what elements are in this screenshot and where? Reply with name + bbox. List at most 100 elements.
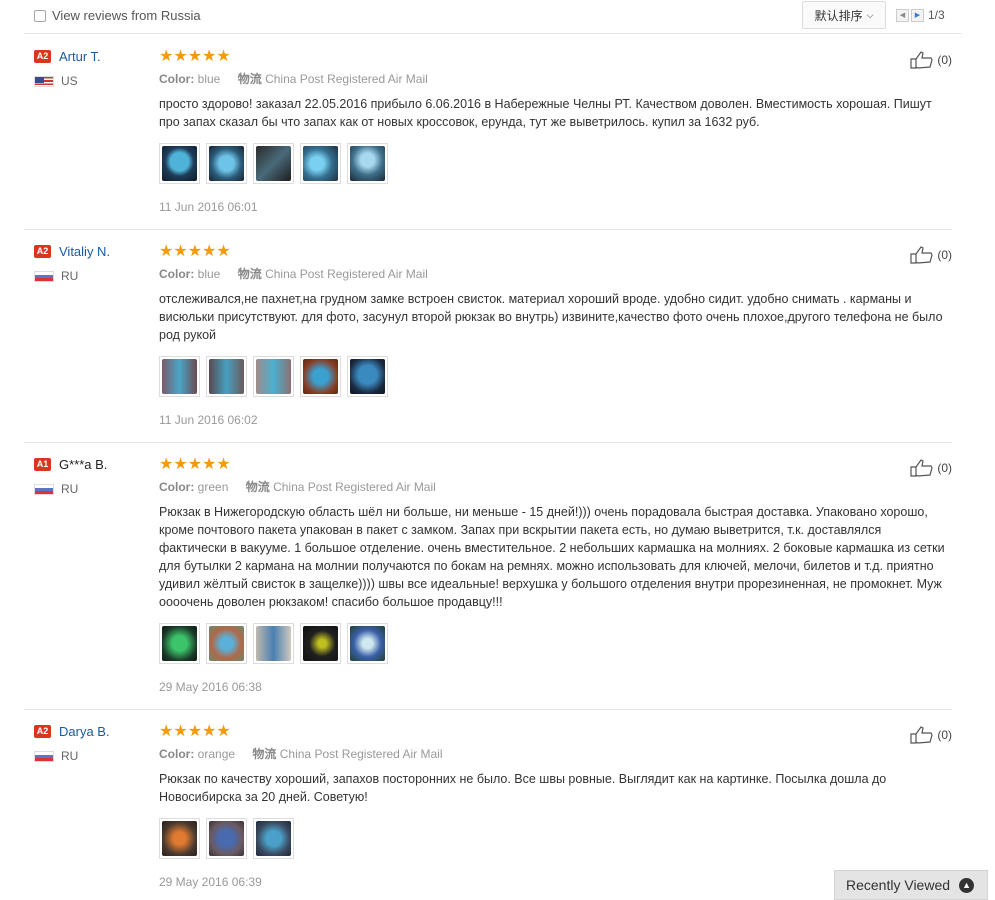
review-photo[interactable] <box>206 623 247 664</box>
shipping-value: China Post Registered Air Mail <box>273 480 436 494</box>
reviewer-name[interactable]: Darya B. <box>59 724 110 739</box>
review-photo[interactable] <box>300 143 341 184</box>
review-item: A2 Vitaliy N. RU ★★★★★ Color: blue 物流 Ch… <box>24 230 952 443</box>
review-photo[interactable] <box>206 818 247 859</box>
reviewer-name[interactable]: Artur T. <box>59 49 101 64</box>
sort-dropdown[interactable]: 默认排序 ⌵ <box>802 1 886 29</box>
star-rating: ★★★★★ <box>159 48 231 65</box>
color-label: Color: <box>159 72 195 86</box>
review-text: отслеживался,не пахнет,на грудном замке … <box>159 292 943 342</box>
like-count: (0) <box>937 53 952 67</box>
review-date: 11 Jun 2016 06:02 <box>159 413 258 427</box>
review-photo[interactable] <box>159 623 200 664</box>
level-badge: A2 <box>34 245 51 258</box>
reviewer-country: US <box>61 74 78 88</box>
review-meta: Color: orange 物流 China Post Registered A… <box>159 745 949 762</box>
review-photo[interactable] <box>253 143 294 184</box>
thumbs-up-icon <box>910 726 933 744</box>
sort-label: 默认排序 <box>814 8 863 23</box>
star-rating: ★★★★★ <box>159 723 231 740</box>
recently-viewed-toggle[interactable]: Recently Viewed ▲ <box>834 870 988 900</box>
like-button[interactable]: (0) <box>910 459 952 477</box>
reviewer: A1 G***a B. RU <box>34 457 107 496</box>
review-meta: Color: blue 物流 China Post Registered Air… <box>159 265 949 282</box>
pagination: ◀ ▶ 1/3 <box>896 8 945 22</box>
thumbs-up-icon <box>910 51 933 69</box>
color-label: Color: <box>159 747 195 761</box>
review-photo[interactable] <box>347 143 388 184</box>
page-indicator: 1/3 <box>928 8 945 22</box>
review-photo[interactable] <box>253 356 294 397</box>
review-text: Рюкзак по качеству хороший, запахов пост… <box>159 772 887 804</box>
review-photo[interactable] <box>300 623 341 664</box>
reviewer-name[interactable]: Vitaliy N. <box>59 244 110 259</box>
chevron-right-icon[interactable]: ▶ <box>911 8 924 22</box>
color-label: Color: <box>159 267 195 281</box>
reviewer-country: RU <box>61 482 79 496</box>
like-count: (0) <box>937 461 952 475</box>
review-photo[interactable] <box>347 623 388 664</box>
color-value: blue <box>197 72 221 86</box>
ru-flag-icon <box>34 483 54 495</box>
ru-flag-icon <box>34 270 54 282</box>
review-photo[interactable] <box>206 356 247 397</box>
level-badge: A2 <box>34 725 51 738</box>
review-photos <box>159 623 949 664</box>
ru-flag-icon <box>34 750 54 762</box>
color-value: blue <box>197 267 221 281</box>
review-meta: Color: green 物流 China Post Registered Ai… <box>159 478 949 495</box>
like-count: (0) <box>937 728 952 742</box>
reviewer-country: RU <box>61 269 79 283</box>
review-photo[interactable] <box>159 356 200 397</box>
review-item: A1 G***a B. RU ★★★★★ Color: green 物流 Chi… <box>24 443 952 710</box>
review-item: A2 Artur T. US ★★★★★ Color: blue 物流 Chin… <box>24 35 952 230</box>
review-photos <box>159 356 949 397</box>
shipping-label: 物流 <box>252 747 277 761</box>
color-value: orange <box>197 747 236 761</box>
star-rating: ★★★★★ <box>159 456 231 473</box>
shipping-label: 物流 <box>245 480 270 494</box>
chevron-up-icon: ▲ <box>959 877 975 893</box>
shipping-label: 物流 <box>237 267 262 281</box>
reviewer-name: G***a B. <box>59 457 108 472</box>
thumbs-up-icon <box>910 246 933 264</box>
like-button[interactable]: (0) <box>910 51 952 69</box>
review-photo[interactable] <box>206 143 247 184</box>
level-badge: A1 <box>34 458 51 471</box>
review-text: Рюкзак в Нижегородскую область шёл ни бо… <box>159 505 945 609</box>
level-badge: A2 <box>34 50 51 63</box>
chevron-down-icon: ⌵ <box>866 9 874 20</box>
recently-viewed-label: Recently Viewed <box>846 877 951 893</box>
review-photo[interactable] <box>159 818 200 859</box>
like-button[interactable]: (0) <box>910 246 952 264</box>
review-photo[interactable] <box>253 818 294 859</box>
russia-filter-label: View reviews from Russia <box>52 8 201 23</box>
review-meta: Color: blue 物流 China Post Registered Air… <box>159 70 949 87</box>
review-text: просто здорово! заказал 22.05.2016 прибы… <box>159 97 932 129</box>
like-count: (0) <box>937 248 952 262</box>
review-photos <box>159 143 949 184</box>
reviewer-country: RU <box>61 749 79 763</box>
review-photo[interactable] <box>253 623 294 664</box>
review-date: 11 Jun 2016 06:01 <box>159 200 258 214</box>
review-date: 29 May 2016 06:38 <box>159 680 262 694</box>
shipping-value: China Post Registered Air Mail <box>265 267 428 281</box>
color-value: green <box>197 480 229 494</box>
shipping-label: 物流 <box>237 72 262 86</box>
review-date: 29 May 2016 06:39 <box>159 875 262 889</box>
shipping-value: China Post Registered Air Mail <box>265 72 428 86</box>
reviewer: A2 Vitaliy N. RU <box>34 244 110 283</box>
review-photos <box>159 818 949 859</box>
thumbs-up-icon <box>910 459 933 477</box>
checkbox-icon[interactable] <box>34 9 46 22</box>
reviewer: A2 Artur T. US <box>34 49 101 88</box>
like-button[interactable]: (0) <box>910 726 952 744</box>
us-flag-icon <box>34 75 54 87</box>
review-photo[interactable] <box>300 356 341 397</box>
reviewer: A2 Darya B. RU <box>34 724 110 763</box>
color-label: Color: <box>159 480 195 494</box>
russia-filter[interactable]: View reviews from Russia <box>34 8 201 23</box>
review-photo[interactable] <box>347 356 388 397</box>
chevron-left-icon[interactable]: ◀ <box>896 8 909 22</box>
review-photo[interactable] <box>159 143 200 184</box>
